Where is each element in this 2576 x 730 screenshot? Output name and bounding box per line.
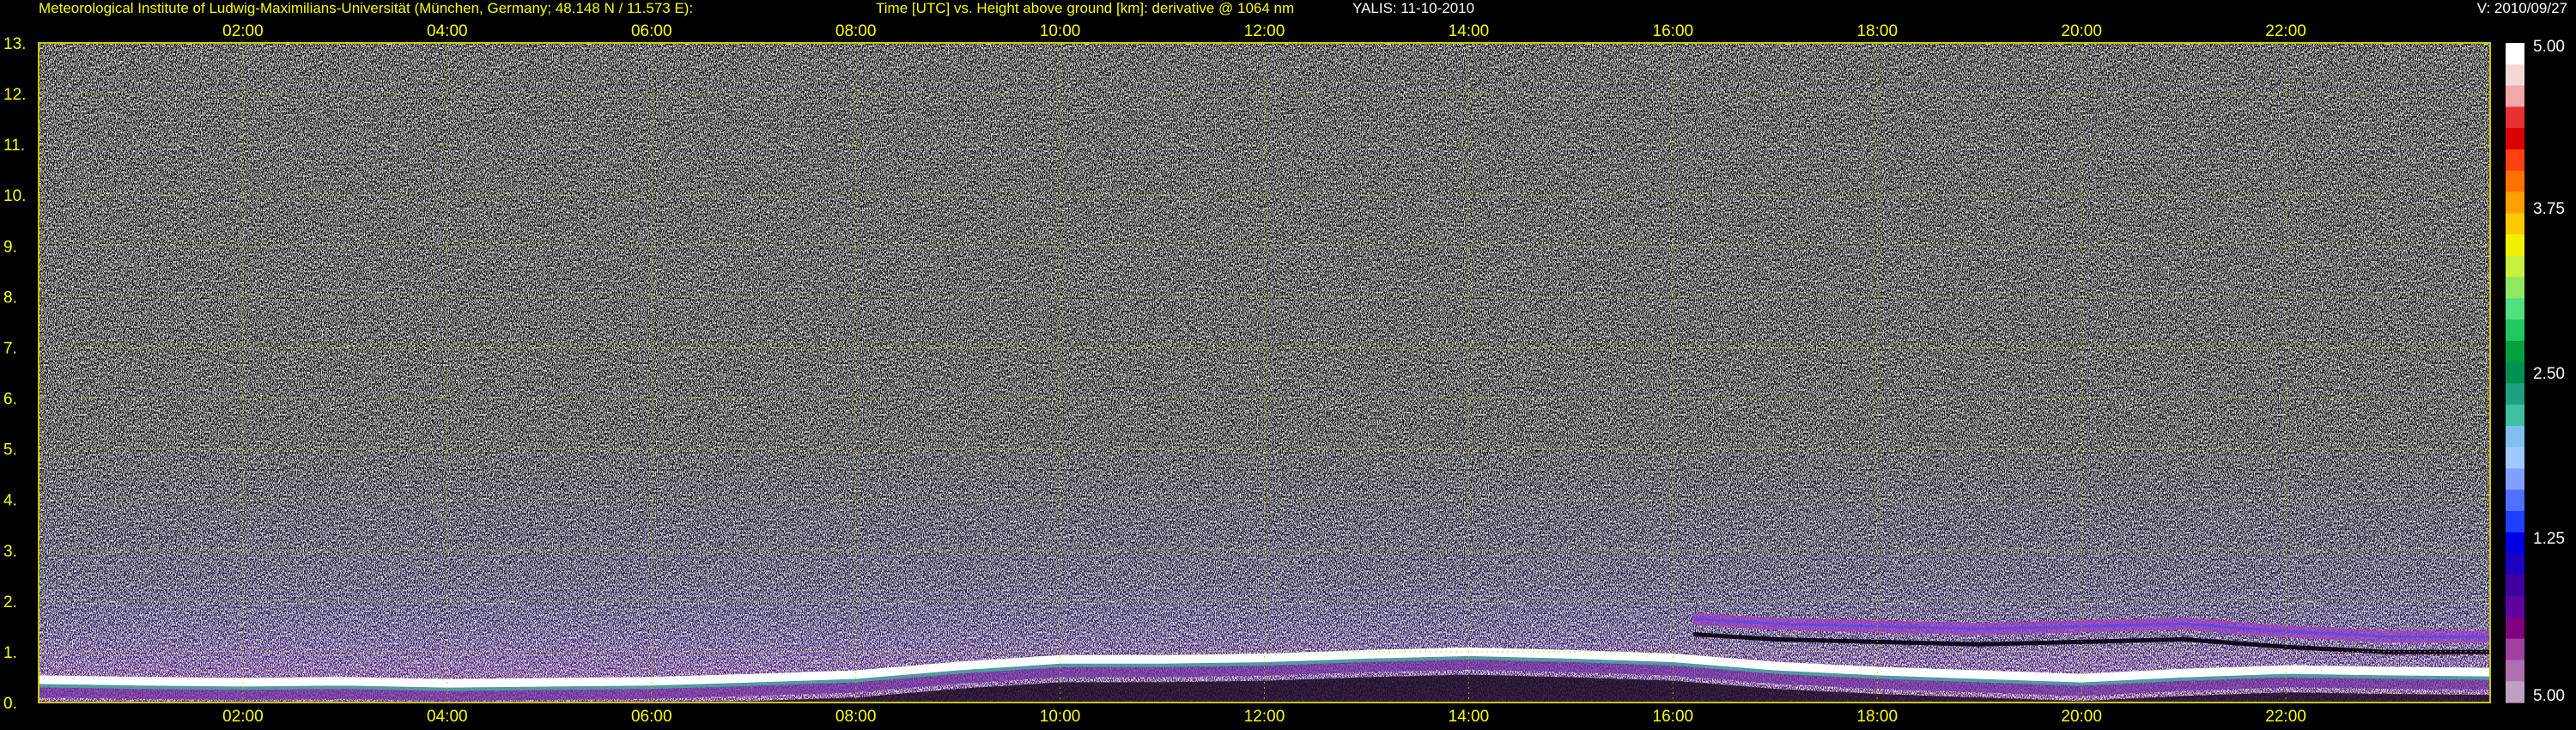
x-tick-label-bottom: 08:00 [835, 708, 877, 726]
colorbar-segment [2506, 298, 2524, 320]
y-tick-label: 13. [3, 35, 26, 53]
x-axis-bottom-ticks: 02:00 04:00 06:00 08:00 10:00 12:00 14:00 16:00… [222, 708, 2306, 726]
x-tick-label-bottom: 02:00 [222, 708, 264, 726]
colorbar-segment [2506, 553, 2524, 575]
colorbar-segment [2506, 64, 2524, 87]
y-tick-label: 6. [3, 391, 17, 409]
colorbar-segment [2506, 681, 2524, 703]
colorbar-segment [2506, 660, 2524, 682]
x-tick-label-top: 08:00 [835, 22, 877, 40]
y-tick-label: 11. [3, 137, 25, 155]
colorbar-segment [2506, 511, 2524, 533]
colorbar-segment [2506, 149, 2524, 172]
x-tick-label-top: 22:00 [2265, 22, 2306, 40]
colorbar-segment [2506, 383, 2524, 405]
colorbar-segment [2506, 192, 2524, 214]
colorbar-segment [2506, 340, 2524, 363]
x-axis-top-ticks: 02:00 04:00 06:00 08:00 10:00 12:00 14:00 16:00… [222, 22, 2306, 40]
colorbar-segment [2506, 43, 2524, 65]
x-tick-label-top: 20:00 [2061, 22, 2102, 40]
x-tick-label-top: 14:00 [1449, 22, 1490, 40]
colorbar-segment [2506, 596, 2524, 618]
colorbar-segment [2506, 447, 2524, 470]
y-tick-label: 8. [3, 289, 17, 307]
colorbar-segment [2506, 362, 2524, 384]
colorbar-tick-label: 3.75 [2533, 200, 2565, 218]
colorbar-tick-label: 2.50 [2533, 365, 2565, 383]
y-tick-label: 12. [3, 86, 26, 104]
colorbar-segment [2506, 106, 2524, 129]
y-tick-label: 5. [3, 441, 17, 459]
colorbar-segment [2506, 490, 2524, 512]
x-tick-label-top: 12:00 [1244, 22, 1285, 40]
y-tick-label: 10. [3, 187, 26, 205]
colorbar-segment [2506, 128, 2524, 150]
lidar-heatmap-chart: 02:00 04:00 06:00 08:00 10:00 12:00 14:00 16:00… [3, 22, 2565, 726]
x-tick-label-bottom: 22:00 [2265, 708, 2306, 726]
x-tick-label-bottom: 06:00 [631, 708, 672, 726]
colorbar: 5.00 3.75 2.50 1.25 5.00 [2506, 38, 2565, 705]
x-tick-label-bottom: 14:00 [1449, 708, 1490, 726]
x-tick-label-top: 16:00 [1653, 22, 1694, 40]
y-tick-label: 7. [3, 339, 17, 357]
colorbar-segment [2506, 468, 2524, 490]
x-tick-label-top: 10:00 [1040, 22, 1081, 40]
x-tick-label-top: 02:00 [222, 22, 264, 40]
x-tick-label-bottom: 16:00 [1653, 708, 1694, 726]
x-tick-label-top: 04:00 [427, 22, 468, 40]
colorbar-segment [2506, 638, 2524, 661]
colorbar-segment [2506, 85, 2524, 107]
x-tick-label-bottom: 04:00 [427, 708, 468, 726]
y-tick-label: 0. [3, 695, 17, 713]
y-tick-label: 2. [3, 593, 17, 611]
y-axis-ticks: 0. 1. 2. 3. 4. 5. 6. 7. 8. 9. 10. 11. 12. 13. [3, 35, 26, 713]
colorbar-segment [2506, 405, 2524, 427]
x-tick-label-bottom: 10:00 [1040, 708, 1081, 726]
colorbar-tick-label: 1.25 [2533, 530, 2565, 548]
colorbar-segment [2506, 170, 2524, 193]
y-tick-label: 4. [3, 492, 17, 510]
x-tick-label-bottom: 18:00 [1856, 708, 1898, 726]
colorbar-segment [2506, 234, 2524, 257]
y-tick-label: 9. [3, 238, 17, 256]
x-tick-label-top: 18:00 [1856, 22, 1898, 40]
colorbar-tick-label: 5.00 [2533, 38, 2565, 56]
colorbar-segment [2506, 575, 2524, 597]
colorbar-segment [2506, 277, 2524, 299]
y-tick-label: 1. [3, 644, 17, 662]
colorbar-segment [2506, 617, 2524, 640]
colorbar-segment [2506, 532, 2524, 555]
colorbar-segment [2506, 213, 2524, 235]
colorbar-segment [2506, 255, 2524, 278]
colorbar-segment [2506, 425, 2524, 448]
y-tick-label: 3. [3, 543, 17, 561]
colorbar-segment [2506, 319, 2524, 342]
x-tick-label-bottom: 20:00 [2061, 708, 2102, 726]
colorbar-tick-label: 5.00 [2533, 687, 2565, 705]
x-tick-label-top: 06:00 [631, 22, 672, 40]
x-tick-label-bottom: 12:00 [1244, 708, 1285, 726]
